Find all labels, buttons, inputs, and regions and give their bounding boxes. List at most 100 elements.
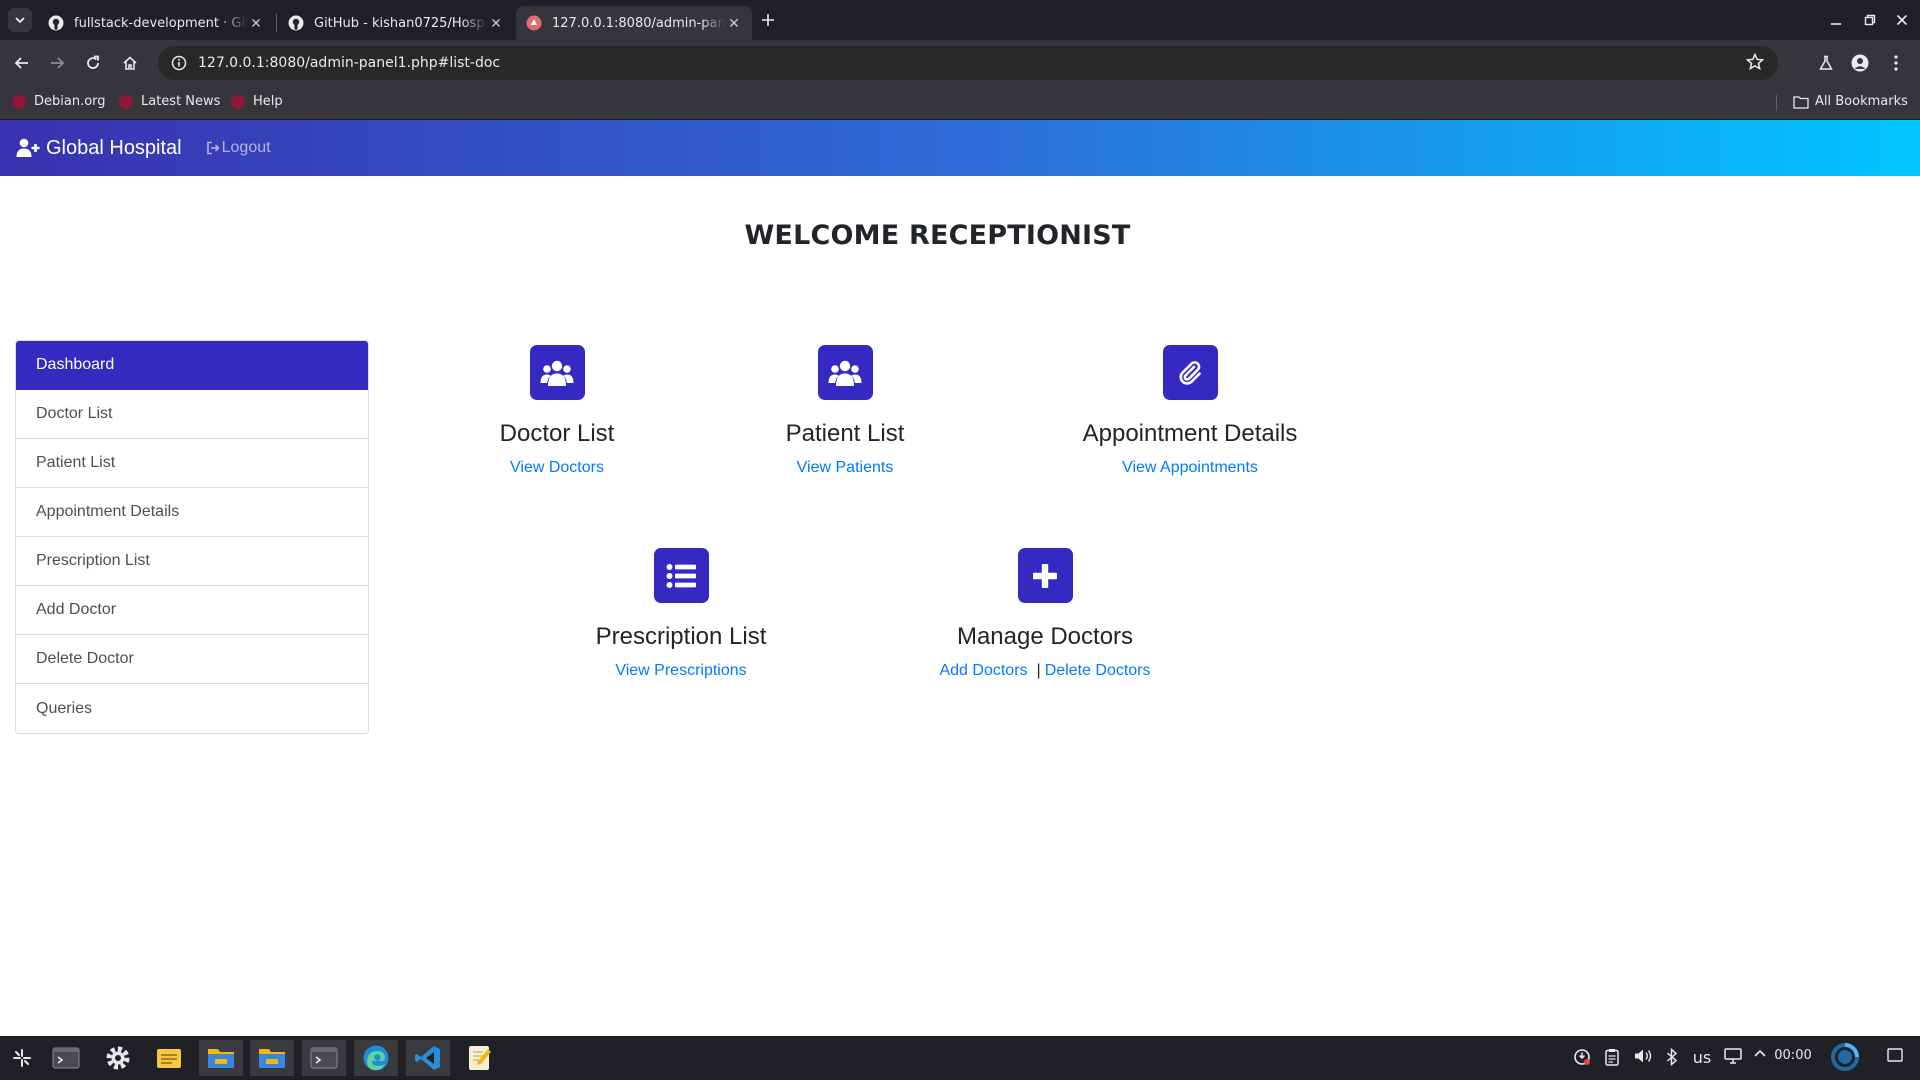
labs-button[interactable] [1814, 51, 1838, 75]
tab-title: GitHub - kishan0725/Hospital [314, 15, 488, 31]
bookmarks-bar: Debian.org Latest News Help All Bookmark… [0, 86, 1920, 120]
file-manager-app[interactable] [199, 1040, 243, 1076]
view-patients-link[interactable]: View Patients [797, 459, 894, 476]
reload-button[interactable] [81, 51, 105, 75]
bluetooth-icon [1667, 1048, 1678, 1066]
doctor-list-card-title: Doctor List [499, 420, 615, 447]
github-icon [288, 15, 304, 31]
sidebar-item-queries[interactable]: Queries [16, 684, 368, 733]
tray-expand-button[interactable] [1750, 1048, 1770, 1058]
terminal-app[interactable] [44, 1040, 88, 1076]
show-desktop-button[interactable] [1884, 1048, 1906, 1062]
forward-button[interactable] [45, 51, 69, 75]
folder-icon [208, 1049, 234, 1068]
browser-menu-button[interactable] [1884, 51, 1908, 75]
back-button[interactable] [10, 51, 34, 75]
close-window-button[interactable] [1892, 10, 1912, 30]
bookmark-star-button[interactable] [1745, 52, 1765, 76]
bookmarks-divider [1776, 95, 1777, 111]
bookmark-label: Help [253, 94, 283, 109]
debian-icon [119, 94, 133, 109]
text-editor-icon [469, 1046, 491, 1070]
browser-tab-1[interactable]: fullstack-development · GitHub ✕ [38, 6, 274, 40]
view-appointments-link[interactable]: View Appointments [1122, 459, 1258, 476]
browser-tab-2[interactable]: GitHub - kishan0725/Hospital ✕ [278, 6, 514, 40]
all-bookmarks-button[interactable]: All Bookmarks [1793, 94, 1908, 109]
minimize-icon [1831, 23, 1841, 25]
close-icon[interactable]: ✕ [488, 15, 504, 32]
tab-title: fullstack-development · GitHub [74, 15, 248, 31]
system-monitor-indicator[interactable] [1830, 1042, 1860, 1072]
new-tab-button[interactable] [758, 10, 778, 30]
sign-out-icon [206, 141, 220, 155]
app-launcher-button[interactable] [0, 1040, 44, 1076]
clock[interactable]: 00:00 [1772, 1048, 1814, 1063]
add-doctors-link[interactable]: Add Doctors [939, 662, 1027, 679]
site-info-button[interactable] [164, 48, 194, 78]
brand-link[interactable]: Global Hospital [16, 137, 182, 160]
update-icon [1574, 1049, 1590, 1065]
sidebar-item-appointment-details[interactable]: Appointment Details [16, 488, 368, 537]
terminal-icon [310, 1047, 338, 1069]
link-separator: | [1036, 662, 1041, 679]
sidebar-item-patient-list[interactable]: Patient List [16, 439, 368, 488]
terminal-app-2[interactable] [302, 1040, 346, 1076]
bluetooth-indicator[interactable] [1662, 1048, 1682, 1066]
network-icon [1724, 1048, 1742, 1064]
profile-button[interactable] [1848, 51, 1872, 75]
address-bar[interactable]: 127.0.0.1:8080/admin-panel1.php#list-doc [158, 46, 1778, 80]
network-indicator[interactable] [1722, 1048, 1744, 1064]
bookmark-label: Latest News [141, 94, 221, 109]
manage-doctors-card: Manage Doctors Add Doctors | Delete Doctor… [915, 548, 1175, 680]
logout-link[interactable]: Logout [206, 139, 271, 157]
sidebar-item-dashboard[interactable]: Dashboard [16, 341, 368, 390]
clipboard-indicator[interactable] [1602, 1048, 1622, 1066]
text-editor-app[interactable] [458, 1040, 502, 1076]
sidebar-item-prescription-list[interactable]: Prescription List [16, 537, 368, 586]
tab-search-button[interactable] [8, 8, 32, 32]
hospital-favicon-icon [526, 15, 542, 31]
app-navbar: Global Hospital Logout [0, 120, 1920, 176]
close-icon[interactable]: ✕ [726, 15, 742, 32]
reload-icon [87, 55, 99, 69]
bookmark-latest-news[interactable]: Latest News [119, 94, 220, 109]
bookmark-debian[interactable]: Debian.org [12, 94, 106, 109]
launcher-icon [13, 1049, 31, 1067]
patient-list-card-title: Patient List [785, 420, 905, 447]
appointment-details-card: Appointment Details View Appointments [1060, 345, 1320, 477]
sidebar-item-add-doctor[interactable]: Add Doctor [16, 586, 368, 635]
volume-indicator[interactable] [1632, 1048, 1654, 1064]
view-doctors-link[interactable]: View Doctors [510, 459, 604, 476]
all-bookmarks-label: All Bookmarks [1815, 94, 1908, 109]
chevron-up-icon [1754, 1049, 1766, 1057]
bookmark-help[interactable]: Help [231, 94, 283, 109]
flask-icon [1819, 55, 1833, 70]
update-indicator[interactable] [1572, 1048, 1592, 1066]
minimize-button[interactable] [1826, 10, 1846, 30]
sidebar-list: Dashboard Doctor List Patient List Appoi… [15, 340, 369, 734]
folder-icon [259, 1049, 285, 1068]
home-button[interactable] [118, 51, 142, 75]
users-icon [828, 360, 862, 386]
vscode-app[interactable] [406, 1040, 450, 1076]
browser-tab-strip: fullstack-development · GitHub ✕ GitHub … [0, 0, 1920, 40]
file-manager-app-2[interactable] [250, 1040, 294, 1076]
user-plus-icon [16, 138, 40, 157]
settings-app[interactable] [96, 1040, 140, 1076]
maximize-button[interactable] [1860, 10, 1880, 30]
gear-icon [106, 1046, 130, 1070]
edge-browser-app[interactable] [354, 1040, 398, 1076]
keyboard-layout-indicator[interactable]: us [1688, 1048, 1716, 1067]
sidebar-item-delete-doctor[interactable]: Delete Doctor [16, 635, 368, 684]
os-taskbar: us 00:00 [0, 1036, 1920, 1080]
delete-doctors-link[interactable]: Delete Doctors [1045, 662, 1151, 679]
close-icon[interactable]: ✕ [248, 15, 264, 32]
list-icon [666, 563, 696, 588]
volume-icon [1635, 1049, 1652, 1063]
view-prescriptions-link[interactable]: View Prescriptions [615, 662, 746, 679]
manage-doctors-card-title: Manage Doctors [956, 623, 1134, 650]
sidebar-item-doctor-list[interactable]: Doctor List [16, 390, 368, 439]
browser-tab-3[interactable]: 127.0.0.1:8080/admin-panel1.php ✕ [516, 6, 752, 40]
notes-app[interactable] [147, 1040, 191, 1076]
debian-icon [12, 94, 26, 109]
